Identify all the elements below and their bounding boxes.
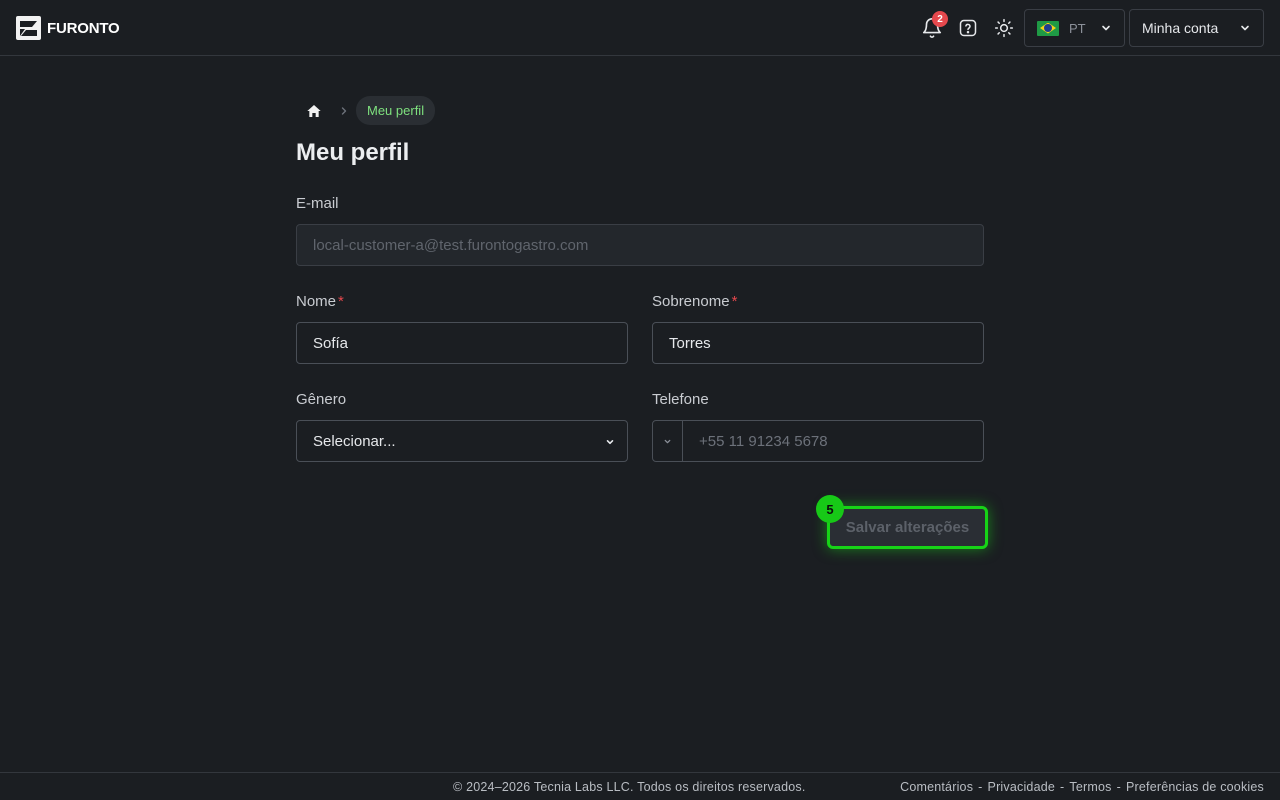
account-label: Minha conta bbox=[1142, 20, 1219, 36]
help-button[interactable] bbox=[956, 16, 980, 40]
step-number-badge: 5 bbox=[816, 495, 844, 523]
footer-link-comments[interactable]: Comentários bbox=[900, 780, 973, 794]
required-mark: * bbox=[338, 293, 344, 310]
top-header: FURONTO 2 PT Minha conta bbox=[0, 0, 1280, 56]
gender-label: Gênero bbox=[296, 391, 347, 408]
phone-label: Telefone bbox=[652, 391, 709, 408]
first-name-label-text: Nome bbox=[296, 293, 337, 310]
copyright-text: © 2024–2026 Tecnia Labs LLC. Todos os di… bbox=[453, 780, 806, 794]
logo-text: FURONTO bbox=[47, 19, 120, 37]
save-changes-button[interactable]: Salvar alterações bbox=[827, 506, 988, 549]
breadcrumb-separator bbox=[332, 106, 356, 116]
footer-separator: - bbox=[978, 780, 983, 794]
email-label: E-mail bbox=[296, 195, 339, 212]
gender-select-value: Selecionar... bbox=[313, 432, 396, 450]
chevron-right-icon bbox=[341, 106, 347, 115]
country-code-select[interactable] bbox=[653, 421, 683, 461]
chevron-down-icon bbox=[1241, 25, 1249, 31]
breadcrumb-current: Meu perfil bbox=[356, 96, 436, 125]
language-selector[interactable]: PT bbox=[1024, 9, 1125, 47]
footer: © 2024–2026 Tecnia Labs LLC. Todos os di… bbox=[0, 772, 1280, 800]
chevron-down-icon bbox=[606, 440, 614, 445]
footer-separator: - bbox=[1060, 780, 1065, 794]
chevron-down-icon bbox=[1102, 25, 1110, 31]
chevron-down-icon bbox=[664, 439, 671, 443]
required-mark: * bbox=[731, 293, 738, 310]
breadcrumb: Meu perfil bbox=[296, 96, 436, 125]
email-field[interactable]: local-customer-a@test.furontogastro.com bbox=[296, 224, 984, 266]
footer-links: Comentários - Privacidade - Termos - Pre… bbox=[900, 780, 1264, 794]
phone-input[interactable]: +55 11 91234 5678 bbox=[683, 421, 983, 461]
phone-field: +55 11 91234 5678 bbox=[652, 420, 984, 462]
footer-link-privacy[interactable]: Privacidade bbox=[988, 780, 1056, 794]
first-name-label: Nome * bbox=[296, 293, 344, 310]
last-name-field[interactable]: Torres bbox=[652, 322, 984, 364]
account-menu-button[interactable]: Minha conta bbox=[1129, 9, 1264, 47]
theme-toggle-button[interactable] bbox=[992, 16, 1016, 40]
gender-select[interactable]: Selecionar... bbox=[296, 420, 628, 462]
footer-link-terms[interactable]: Termos bbox=[1069, 780, 1111, 794]
home-icon bbox=[307, 104, 321, 117]
page-title: Meu perfil bbox=[296, 139, 410, 166]
sun-icon bbox=[994, 18, 1014, 38]
footer-link-cookie-preferences[interactable]: Preferências de cookies bbox=[1126, 780, 1264, 794]
language-code: PT bbox=[1069, 20, 1086, 36]
first-name-field[interactable]: Sofía bbox=[296, 322, 628, 364]
logo[interactable]: FURONTO bbox=[16, 16, 120, 40]
logo-mark-icon bbox=[16, 16, 41, 40]
last-name-label-text: Sobrenome bbox=[652, 293, 730, 310]
footer-separator: - bbox=[1116, 780, 1121, 794]
help-icon bbox=[959, 19, 977, 37]
brazil-flag-icon bbox=[1037, 20, 1059, 36]
last-name-label: Sobrenome * bbox=[652, 293, 737, 310]
notification-count-badge: 2 bbox=[932, 11, 948, 27]
breadcrumb-home[interactable] bbox=[296, 96, 332, 125]
